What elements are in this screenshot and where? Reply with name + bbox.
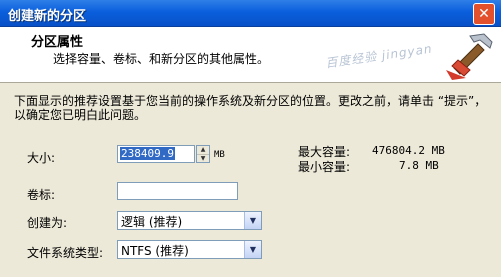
create-as-value: 逻辑 (推荐) bbox=[121, 215, 183, 229]
spinner-up-icon[interactable]: ▲ bbox=[197, 146, 209, 155]
watermark: 百度经验 jingyan bbox=[324, 41, 434, 71]
dropdown-arrow-icon[interactable]: ▼ bbox=[244, 212, 261, 229]
hammer-icon bbox=[446, 33, 493, 80]
volume-label-input[interactable] bbox=[117, 182, 238, 200]
min-capacity-label: 最小容量: bbox=[298, 160, 351, 174]
min-capacity-value: 7.8 MB bbox=[399, 159, 439, 172]
create-as-select[interactable]: 逻辑 (推荐) ▼ bbox=[117, 211, 262, 230]
size-input[interactable]: 238409.9 bbox=[117, 145, 195, 163]
description-text: 下面显示的推荐设置基于您当前的操作系统及新分区的位置。更改之前，请单击 “提示”… bbox=[14, 94, 487, 122]
create-as-label: 创建为: bbox=[27, 216, 68, 230]
size-label: 大小: bbox=[27, 151, 56, 165]
filesystem-label: 文件系统类型: bbox=[27, 246, 104, 260]
filesystem-value: NTFS (推荐) bbox=[121, 244, 189, 258]
title-bar: 创建新的分区 ✕ bbox=[0, 0, 501, 27]
page-subtitle: 选择容量、卷标、和新分区的其他属性。 bbox=[53, 52, 270, 66]
window-title: 创建新的分区 bbox=[8, 9, 87, 24]
size-value: 238409.9 bbox=[120, 147, 175, 160]
volume-label-label: 卷标: bbox=[27, 188, 56, 202]
max-capacity-value: 476804.2 MB bbox=[372, 144, 445, 157]
dropdown-arrow-icon[interactable]: ▼ bbox=[244, 241, 261, 258]
spinner-down-icon[interactable]: ▼ bbox=[197, 155, 209, 163]
size-unit: MB bbox=[214, 150, 225, 160]
size-spinner[interactable]: ▲ ▼ bbox=[196, 145, 210, 163]
filesystem-select[interactable]: NTFS (推荐) ▼ bbox=[117, 240, 262, 259]
page-title: 分区属性 bbox=[31, 35, 84, 50]
wizard-header: 分区属性 选择容量、卷标、和新分区的其他属性。 百度经验 jingyan bbox=[0, 27, 501, 83]
close-icon[interactable]: ✕ bbox=[473, 3, 495, 25]
